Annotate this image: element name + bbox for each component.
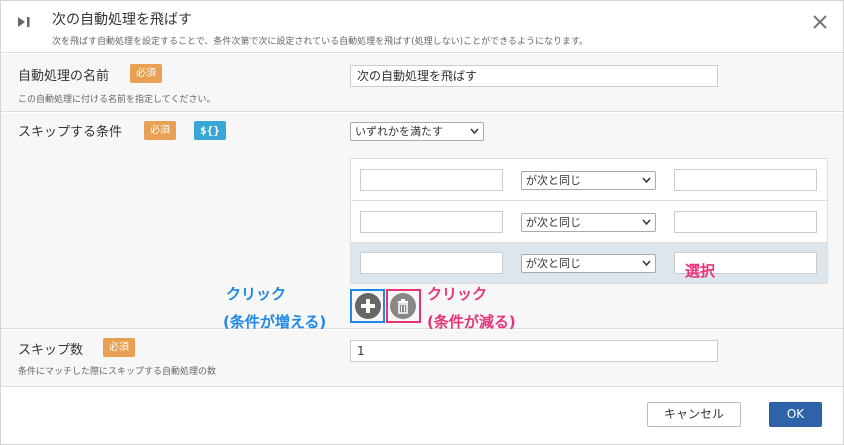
dialog: 次の自動処理を飛ばす 次を飛ばす自動処理を設定することで、条件次第で次に設定され… [0, 0, 844, 445]
required-badge: 必須 [103, 338, 135, 357]
dialog-title: 次の自動処理を飛ばす [52, 12, 192, 28]
skip-condition-label: スキップする条件 [18, 125, 123, 140]
condition-operator-select[interactable]: が次と同じ [521, 254, 656, 273]
cancel-button[interactable]: キャンセル [647, 402, 741, 427]
condition-row: が次と同じ [351, 159, 827, 201]
chevron-down-icon [642, 219, 651, 226]
match-mode-value: いずれかを満たす [355, 125, 443, 138]
condition-left-input[interactable] [360, 211, 503, 233]
chevron-down-icon [642, 177, 651, 184]
required-badge: 必須 [144, 121, 176, 140]
close-icon[interactable] [811, 13, 829, 31]
name-field-row: 自動処理の名前 必須 この自動処理に付ける名前を指定してください。 次の自動処理… [1, 54, 843, 112]
dialog-subtitle: 次を飛ばす自動処理を設定することで、条件次第で次に設定されている自動処理を飛ばす… [52, 37, 589, 47]
skip-count-input[interactable]: 1 [350, 340, 718, 362]
operator-value: が次と同じ [526, 174, 581, 187]
delete-highlight-box [386, 289, 421, 323]
add-highlight-box [350, 289, 385, 323]
skip-count-row: スキップ数 必須 条件にマッチした際にスキップする自動処理の数 1 [1, 330, 843, 387]
add-annotation-line1: クリック [226, 285, 287, 303]
delete-annotation-line2: (条件が減る) [427, 313, 516, 331]
condition-row: が次と同じ [351, 201, 827, 243]
ok-button[interactable]: OK [769, 402, 822, 427]
select-annotation: 選択 [685, 262, 716, 280]
skip-count-label: スキップ数 [18, 343, 84, 358]
condition-row: が次と同じ [351, 243, 827, 283]
variable-badge[interactable]: ${} [194, 121, 226, 140]
name-field-hint: この自動処理に付ける名前を指定してください。 [18, 95, 216, 105]
condition-left-input[interactable] [360, 252, 503, 274]
delete-annotation-line1: クリック [427, 285, 488, 303]
skip-next-icon [18, 17, 30, 27]
name-field-label: 自動処理の名前 [18, 69, 110, 84]
condition-operator-select[interactable]: が次と同じ [521, 171, 656, 190]
match-mode-select[interactable]: いずれかを満たす [350, 122, 484, 141]
condition-left-input[interactable] [360, 169, 503, 191]
skip-condition-row: スキップする条件 必須 ${} いずれかを満たす が次と同じ が次と同じ が次と… [1, 113, 843, 329]
dialog-header: 次の自動処理を飛ばす 次を飛ばす自動処理を設定することで、条件次第で次に設定され… [1, 1, 843, 53]
condition-right-input[interactable] [674, 169, 817, 191]
condition-operator-select[interactable]: が次と同じ [521, 213, 656, 232]
required-badge: 必須 [130, 64, 162, 83]
skip-count-hint: 条件にマッチした際にスキップする自動処理の数 [18, 367, 217, 377]
chevron-down-icon [470, 128, 479, 135]
condition-right-input[interactable] [674, 211, 817, 233]
name-input[interactable]: 次の自動処理を飛ばす [350, 65, 718, 87]
operator-value: が次と同じ [526, 216, 581, 229]
operator-value: が次と同じ [526, 257, 581, 270]
condition-table: が次と同じ が次と同じ が次と同じ [350, 158, 828, 284]
chevron-down-icon [642, 260, 651, 267]
add-annotation-line2: (条件が増える) [223, 313, 327, 331]
